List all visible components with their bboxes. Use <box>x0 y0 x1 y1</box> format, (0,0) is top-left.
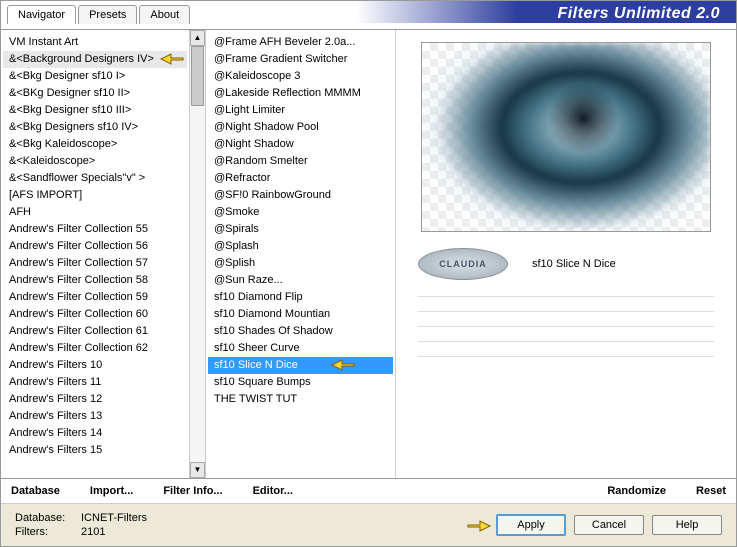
category-item[interactable]: Andrew's Filter Collection 60 <box>3 306 187 323</box>
category-item[interactable]: Andrew's Filters 11 <box>3 374 187 391</box>
tab-presets[interactable]: Presets <box>78 5 137 24</box>
filter-item[interactable]: THE TWIST TUT <box>208 391 393 408</box>
current-filter-name: sf10 Slice N Dice <box>532 258 616 270</box>
database-button[interactable]: Database <box>11 485 60 497</box>
author-badge: CLAUDIA <box>418 248 508 280</box>
filter-item[interactable]: sf10 Square Bumps <box>208 374 393 391</box>
reset-button[interactable]: Reset <box>696 485 726 497</box>
filter-item[interactable]: sf10 Shades Of Shadow <box>208 323 393 340</box>
filter-item[interactable]: sf10 Sheer Curve <box>208 340 393 357</box>
filter-item[interactable]: @Frame Gradient Switcher <box>208 51 393 68</box>
title-bar: Filters Unlimited 2.0 <box>192 1 736 23</box>
tab-bar: Navigator Presets About <box>1 1 192 24</box>
cancel-button[interactable]: Cancel <box>574 515 644 535</box>
help-button[interactable]: Help <box>652 515 722 535</box>
filter-item[interactable]: sf10 Diamond Flip <box>208 289 393 306</box>
tab-about[interactable]: About <box>139 5 190 24</box>
filter-item[interactable]: sf10 Slice N Dice <box>208 357 393 374</box>
filter-title-row: CLAUDIA sf10 Slice N Dice <box>408 246 724 282</box>
app-title: Filters Unlimited 2.0 <box>557 5 720 22</box>
filter-item[interactable]: @Lakeside Reflection MMMM <box>208 85 393 102</box>
category-item[interactable]: Andrew's Filter Collection 55 <box>3 221 187 238</box>
pointer-hand-icon <box>330 355 356 378</box>
import-button[interactable]: Import... <box>90 485 133 497</box>
category-item[interactable]: Andrew's Filters 14 <box>3 425 187 442</box>
filters-count-value: 2101 <box>81 526 105 538</box>
database-value: ICNET-Filters <box>81 512 147 524</box>
preview-image <box>421 42 711 232</box>
filter-item[interactable]: @Kaleidoscope 3 <box>208 68 393 85</box>
filter-info-button[interactable]: Filter Info... <box>163 485 222 497</box>
parameter-area <box>408 296 724 357</box>
pointer-hand-icon <box>466 516 492 539</box>
category-item[interactable]: Andrew's Filter Collection 58 <box>3 272 187 289</box>
category-item[interactable]: &<Sandflower Specials"v" > <box>3 170 187 187</box>
filter-item[interactable]: @Random Smelter <box>208 153 393 170</box>
filter-item[interactable]: @Frame AFH Beveler 2.0a... <box>208 34 393 51</box>
editor-button[interactable]: Editor... <box>253 485 293 497</box>
category-item[interactable]: Andrew's Filter Collection 61 <box>3 323 187 340</box>
category-item[interactable]: Andrew's Filter Collection 56 <box>3 238 187 255</box>
category-scrollbar[interactable]: ▲ ▼ <box>189 30 205 478</box>
filter-item[interactable]: @Night Shadow <box>208 136 393 153</box>
randomize-button[interactable]: Randomize <box>607 485 666 497</box>
category-item[interactable]: Andrew's Filters 10 <box>3 357 187 374</box>
filter-item[interactable]: sf10 Diamond Mountian <box>208 306 393 323</box>
pointer-hand-icon <box>159 49 185 72</box>
tab-navigator[interactable]: Navigator <box>7 5 76 24</box>
database-label: Database: <box>15 512 73 524</box>
filter-item[interactable]: @Sun Raze... <box>208 272 393 289</box>
category-item[interactable]: Andrew's Filters 12 <box>3 391 187 408</box>
category-list[interactable]: VM Instant Art&<Background Designers IV>… <box>1 30 189 478</box>
filter-item[interactable]: @Smoke <box>208 204 393 221</box>
category-item[interactable]: Andrew's Filter Collection 59 <box>3 289 187 306</box>
category-item[interactable]: Andrew's Filter Collection 62 <box>3 340 187 357</box>
filter-list[interactable]: @Frame AFH Beveler 2.0a...@Frame Gradien… <box>206 30 395 478</box>
filter-item[interactable]: @Refractor <box>208 170 393 187</box>
filter-item[interactable]: @Splish <box>208 255 393 272</box>
filter-item[interactable]: @SF!0 RainbowGround <box>208 187 393 204</box>
scroll-down-icon[interactable]: ▼ <box>190 462 205 478</box>
category-item[interactable]: Andrew's Filters 13 <box>3 408 187 425</box>
category-item[interactable]: AFH <box>3 204 187 221</box>
footer: Database: ICNET-Filters Filters: 2101 Ap… <box>1 503 736 546</box>
category-item[interactable]: [AFS IMPORT] <box>3 187 187 204</box>
filter-item[interactable]: @Light Limiter <box>208 102 393 119</box>
category-item[interactable]: &<Bkg Kaleidoscope> <box>3 136 187 153</box>
category-item[interactable]: &<Bkg Designer sf10 III> <box>3 102 187 119</box>
scroll-thumb[interactable] <box>191 46 204 106</box>
filters-count-label: Filters: <box>15 526 73 538</box>
filter-item[interactable]: @Night Shadow Pool <box>208 119 393 136</box>
category-item[interactable]: Andrew's Filters 15 <box>3 442 187 459</box>
apply-button[interactable]: Apply <box>496 514 566 536</box>
filter-item[interactable]: @Spirals <box>208 221 393 238</box>
toolbar: Database Import... Filter Info... Editor… <box>1 478 736 503</box>
scroll-track[interactable] <box>190 46 205 462</box>
category-item[interactable]: &<Bkg Designers sf10 IV> <box>3 119 187 136</box>
filter-item[interactable]: @Splash <box>208 238 393 255</box>
category-item[interactable]: &<BKg Designer sf10 II> <box>3 85 187 102</box>
category-item[interactable]: Andrew's Filter Collection 57 <box>3 255 187 272</box>
badge-text: CLAUDIA <box>439 259 487 269</box>
scroll-up-icon[interactable]: ▲ <box>190 30 205 46</box>
category-item[interactable]: &<Kaleidoscope> <box>3 153 187 170</box>
